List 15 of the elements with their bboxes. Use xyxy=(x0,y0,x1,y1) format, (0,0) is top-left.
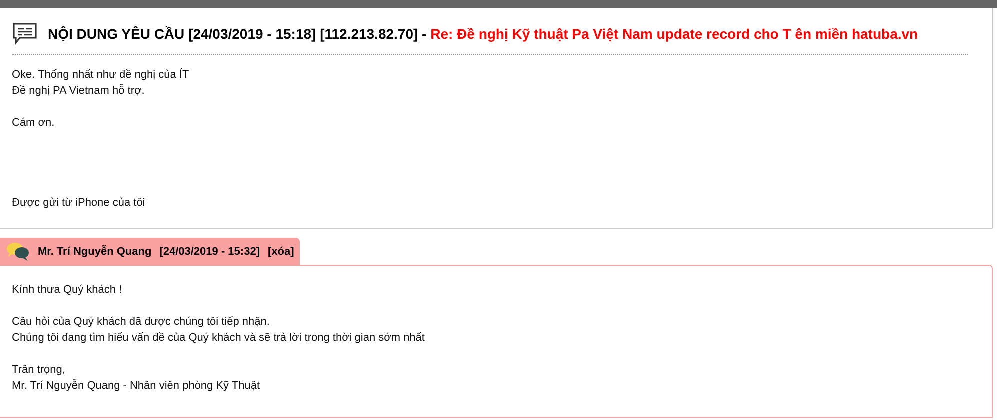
chat-bubbles-icon xyxy=(6,242,30,261)
body-line: Đề nghị PA Vietnam hỗ trợ. xyxy=(12,84,146,99)
message-icon xyxy=(12,22,38,46)
body-line: Chúng tôi đang tìm hiểu vấn đề của Quý khách và sẽ trả lời trong thời gian sớm nhất xyxy=(12,331,426,346)
request-heading: NỘI DUNG YÊU CẦU [24/03/2019 - 15:18] [112.213.82.70] - Re: Đề nghị Kỹ thuật Pa Việt Nam update record cho T ên miền hatuba.vn xyxy=(48,26,918,42)
body-line: Được gửi từ iPhone của tôi xyxy=(12,196,146,211)
body-line: Mr. Trí Nguyễn Quang - Nhân viên phòng Kỹ Thuật xyxy=(12,378,262,394)
body-line: Câu hỏi của Quý khách đã được chúng tôi tiếp nhận. xyxy=(12,315,271,330)
body-line: Trân trọng, xyxy=(12,363,66,378)
body-line: Kính thưa Quý khách ! xyxy=(12,283,124,298)
body-line: Cám ơn. xyxy=(12,116,56,131)
reply-time: [24/03/2019 - 15:32] xyxy=(160,246,260,258)
reply-author: Mr. Trí Nguyễn Quang xyxy=(38,246,152,258)
body-line: Oke. Thống nhất như đề nghị của ÍT xyxy=(12,68,190,83)
delete-link[interactable]: [xóa] xyxy=(268,246,294,258)
